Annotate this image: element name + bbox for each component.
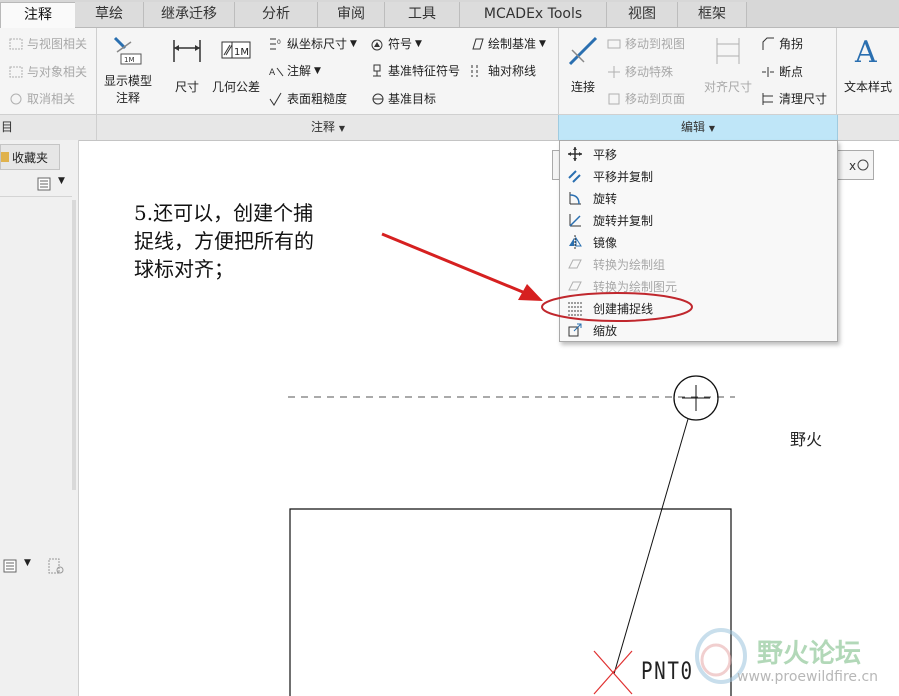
canvas-toolbar-fragment[interactable]: x xyxy=(836,150,874,180)
menu-item-label: 旋转 xyxy=(593,191,618,206)
watermark-title: 野火论坛 xyxy=(757,639,862,669)
drawing-canvas[interactable] xyxy=(0,0,899,696)
menu-item-label: 旋转并复制 xyxy=(593,213,654,228)
display-options-icon: x xyxy=(849,159,869,173)
svg-text:x: x xyxy=(849,159,856,173)
annotation-line-2: 捉线，方便把所有的 xyxy=(134,229,314,253)
move-copy-icon xyxy=(568,170,581,183)
pointer-arrow xyxy=(381,232,531,297)
highlight-oval xyxy=(541,292,693,322)
watermark-url: www.proewildfire.cn xyxy=(737,669,879,685)
annotation-line-1: 5.还可以，创建个捕 xyxy=(134,201,314,225)
move-icon xyxy=(568,147,582,161)
mirror-icon xyxy=(569,235,582,249)
annotation-line-3: 球标对齐； xyxy=(134,257,234,281)
menu-item-label: 镜像 xyxy=(593,235,618,250)
leader-line[interactable] xyxy=(613,418,689,675)
menu-item-label: 转换为绘制组 xyxy=(593,257,666,272)
menu-item-label: 平移 xyxy=(593,147,618,162)
pnt-label[interactable]: PNT0 xyxy=(641,657,694,685)
menu-item-move-copy[interactable]: 平移并复制 xyxy=(560,165,837,187)
rotate-copy-icon xyxy=(569,214,581,227)
menu-item-move[interactable]: 平移 xyxy=(560,143,837,165)
tutorial-annotation: 5.还可以，创建个捕 捉线，方便把所有的 球标对齐； xyxy=(134,199,314,283)
menu-item-rotate[interactable]: 旋转 xyxy=(560,187,837,209)
convert-group-icon xyxy=(568,259,582,269)
wildfire-note[interactable]: 野火 xyxy=(790,426,822,450)
menu-item-mirror[interactable]: 镜像 xyxy=(560,231,837,253)
menu-item-rotate-copy[interactable]: 旋转并复制 xyxy=(560,209,837,231)
menu-item-label: 平移并复制 xyxy=(593,169,654,184)
menu-item-convert-group[interactable]: 转换为绘制组 xyxy=(560,253,837,275)
rotate-icon xyxy=(569,192,581,205)
